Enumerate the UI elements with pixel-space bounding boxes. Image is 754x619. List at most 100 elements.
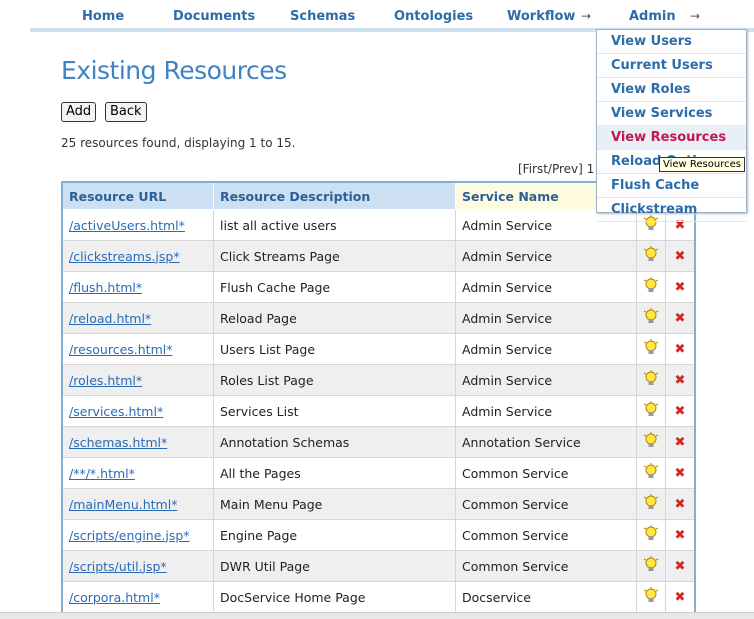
cell-service: Admin Service xyxy=(455,395,637,427)
delete-x-icon[interactable]: ✖ xyxy=(675,280,686,295)
tooltip: View Resources xyxy=(659,157,745,172)
menu-item-view-roles[interactable]: View Roles xyxy=(597,78,746,102)
cell-service: Admin Service xyxy=(455,302,637,334)
nav-workflow[interactable]: Workflow xyxy=(507,9,575,24)
menu-item-view-services[interactable]: View Services xyxy=(597,102,746,126)
delete-x-icon[interactable]: ✖ xyxy=(675,559,686,574)
resource-url-link[interactable]: /scripts/util.jsp* xyxy=(69,559,167,574)
column-header-url[interactable]: Resource URL xyxy=(61,181,214,210)
cell-service: Common Service xyxy=(455,488,637,520)
delete-x-icon[interactable]: ✖ xyxy=(675,528,686,543)
cell-service: Annotation Service xyxy=(455,426,637,458)
nav-admin[interactable]: Admin xyxy=(629,9,676,24)
cell-delete: ✖ xyxy=(665,302,696,334)
delete-x-icon[interactable]: ✖ xyxy=(675,342,686,357)
menu-item-current-users[interactable]: Current Users xyxy=(597,54,746,78)
delete-x-icon[interactable]: ✖ xyxy=(675,590,686,605)
cell-edit xyxy=(636,240,666,272)
cell-delete: ✖ xyxy=(665,457,696,489)
delete-x-icon[interactable]: ✖ xyxy=(675,466,686,481)
resource-url-link[interactable]: /**/*.html* xyxy=(69,466,135,481)
nav-ontologies[interactable]: Ontologies xyxy=(394,9,473,24)
cell-delete: ✖ xyxy=(665,488,696,520)
cell-service: Admin Service xyxy=(455,240,637,272)
lightbulb-icon[interactable] xyxy=(643,369,659,388)
table-row: /corpora.html* DocService Home Page Docser… xyxy=(61,581,696,614)
delete-x-icon[interactable]: ✖ xyxy=(675,404,686,419)
table-row: /flush.html* Flush Cache Page Admin Servic… xyxy=(61,271,696,303)
cell-description: Users List Page xyxy=(213,333,456,365)
lightbulb-icon[interactable] xyxy=(643,245,659,264)
pagination[interactable]: [First/Prev] 1 xyxy=(518,162,594,176)
add-button[interactable]: Add xyxy=(61,102,97,122)
submenu-arrow-icon: → xyxy=(690,9,701,23)
cell-edit xyxy=(636,488,666,520)
lightbulb-icon[interactable] xyxy=(643,586,659,605)
cell-url: /roles.html* xyxy=(61,364,214,396)
resource-url-link[interactable]: /roles.html* xyxy=(69,373,142,388)
cell-edit xyxy=(636,395,666,427)
submenu-arrow-icon: → xyxy=(581,9,592,23)
table-row: /**/*.html* All the Pages Common Service ✖ xyxy=(61,457,696,489)
admin-dropdown-menu: View Users Current Users View Roles View… xyxy=(596,29,747,222)
cell-service: Common Service xyxy=(455,550,637,582)
resource-url-link[interactable]: /resources.html* xyxy=(69,342,173,357)
cell-description: Reload Page xyxy=(213,302,456,334)
cell-description: list all active users xyxy=(213,209,456,241)
lightbulb-icon[interactable] xyxy=(643,493,659,512)
cell-description: Services List xyxy=(213,395,456,427)
cell-delete: ✖ xyxy=(665,426,696,458)
cell-url: /mainMenu.html* xyxy=(61,488,214,520)
lightbulb-icon[interactable] xyxy=(643,431,659,450)
nav-documents[interactable]: Documents xyxy=(173,9,255,24)
delete-x-icon[interactable]: ✖ xyxy=(675,311,686,326)
delete-x-icon[interactable]: ✖ xyxy=(675,373,686,388)
table-row: /roles.html* Roles List Page Admin Service… xyxy=(61,364,696,396)
resource-url-link[interactable]: /corpora.html* xyxy=(69,590,160,605)
lightbulb-icon[interactable] xyxy=(643,524,659,543)
lightbulb-icon[interactable] xyxy=(643,307,659,326)
resource-url-link[interactable]: /services.html* xyxy=(69,404,163,419)
resource-url-link[interactable]: /reload.html* xyxy=(69,311,151,326)
delete-x-icon[interactable]: ✖ xyxy=(675,435,686,450)
cell-delete: ✖ xyxy=(665,395,696,427)
cell-edit xyxy=(636,333,666,365)
lightbulb-icon[interactable] xyxy=(643,400,659,419)
menu-item-view-resources[interactable]: View Resources xyxy=(597,126,746,150)
menu-item-view-users[interactable]: View Users xyxy=(597,30,746,54)
delete-x-icon[interactable]: ✖ xyxy=(675,497,686,512)
cell-delete: ✖ xyxy=(665,364,696,396)
delete-x-icon[interactable]: ✖ xyxy=(675,249,686,264)
cell-edit xyxy=(636,426,666,458)
nav-home[interactable]: Home xyxy=(82,9,124,24)
resource-url-link[interactable]: /clickstreams.jsp* xyxy=(69,249,180,264)
resource-url-link[interactable]: /schemas.html* xyxy=(69,435,167,450)
cell-url: /flush.html* xyxy=(61,271,214,303)
cell-url: /**/*.html* xyxy=(61,457,214,489)
back-button[interactable]: Back xyxy=(105,102,147,122)
menu-item-flush-cache[interactable]: Flush Cache xyxy=(597,174,746,198)
cell-edit xyxy=(636,302,666,334)
resource-url-link[interactable]: /flush.html* xyxy=(69,280,142,295)
table-row: /mainMenu.html* Main Menu Page Common Serv… xyxy=(61,488,696,520)
menu-item-clickstream[interactable]: Clickstream xyxy=(597,198,746,222)
cell-url: /clickstreams.jsp* xyxy=(61,240,214,272)
results-count: 25 resources found, displaying 1 to 15. xyxy=(61,136,296,150)
cell-service: Admin Service xyxy=(455,271,637,303)
lightbulb-icon[interactable] xyxy=(643,555,659,574)
resource-url-link[interactable]: /mainMenu.html* xyxy=(69,497,177,512)
nav-schemas[interactable]: Schemas xyxy=(290,9,355,24)
resource-url-link[interactable]: /scripts/engine.jsp* xyxy=(69,528,190,543)
lightbulb-icon[interactable] xyxy=(643,276,659,295)
column-header-description[interactable]: Resource Description xyxy=(213,181,456,210)
cell-description: Engine Page xyxy=(213,519,456,551)
cell-service: Common Service xyxy=(455,457,637,489)
table-row: /resources.html* Users List Page Admin Ser… xyxy=(61,333,696,365)
cell-description: All the Pages xyxy=(213,457,456,489)
lightbulb-icon[interactable] xyxy=(643,462,659,481)
cell-description: DocService Home Page xyxy=(213,581,456,614)
resource-url-link[interactable]: /activeUsers.html* xyxy=(69,218,185,233)
table-row: /services.html* Services List Admin Servic… xyxy=(61,395,696,427)
cell-edit xyxy=(636,550,666,582)
lightbulb-icon[interactable] xyxy=(643,338,659,357)
